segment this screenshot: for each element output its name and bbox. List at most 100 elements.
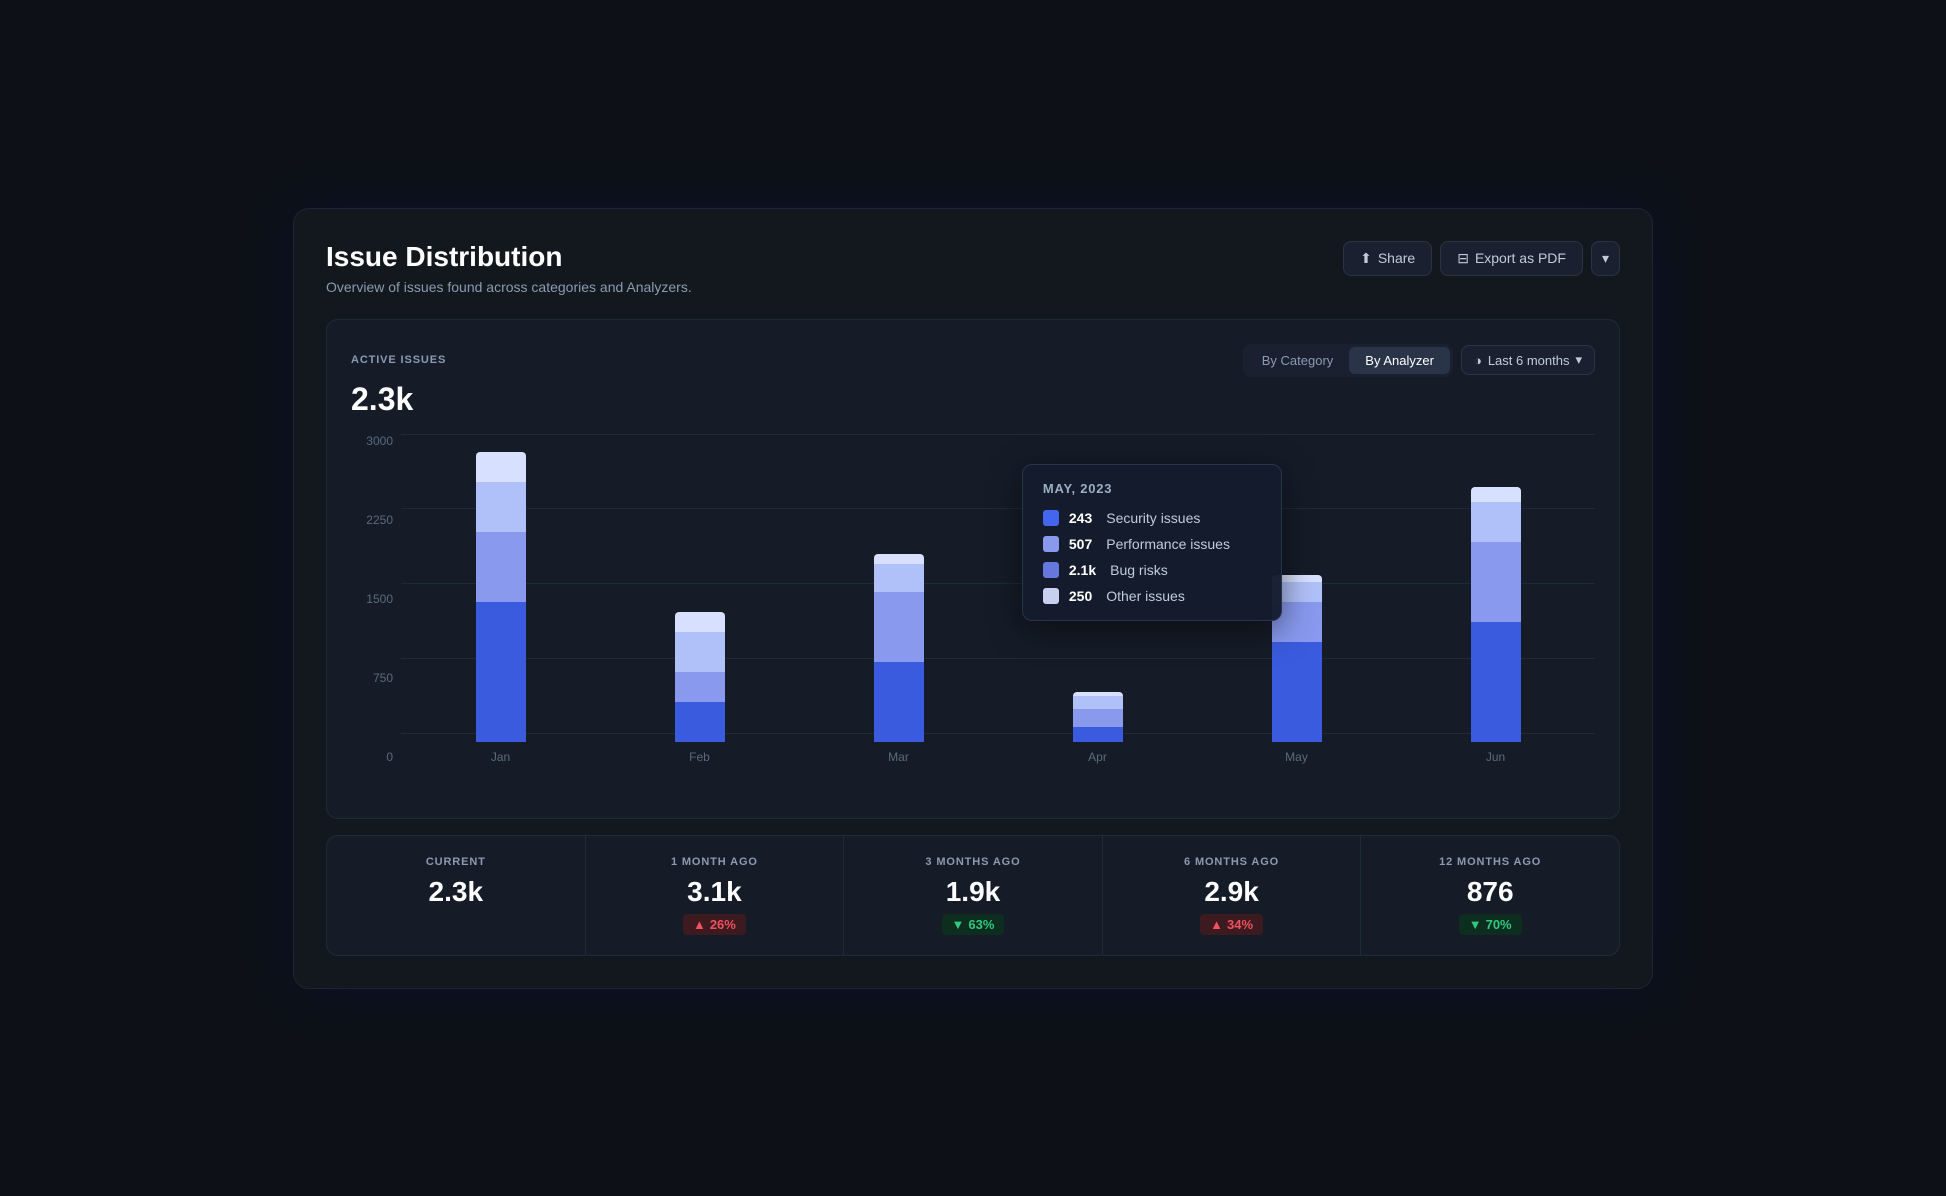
- stat-label: 1 MONTH AGO: [606, 856, 824, 868]
- bar-segment: [476, 452, 526, 482]
- bar-segment: [874, 592, 924, 662]
- bar-group-jan[interactable]: Jan: [471, 452, 531, 764]
- chart-area: 0 750 1500 2250 3000 Jan Feb Mar Apr May Jun: [351, 434, 1595, 794]
- export-button[interactable]: ⊟ Export as PDF: [1440, 241, 1583, 276]
- active-issues-label: ACTIVE ISSUES: [351, 354, 446, 366]
- tooltip-item: 243 Security issues: [1043, 510, 1261, 526]
- arrow-up-icon: ▲: [1210, 917, 1223, 932]
- bar-segment: [476, 602, 526, 742]
- y-label-750: 750: [373, 671, 393, 685]
- x-label-jun: Jun: [1486, 750, 1505, 764]
- y-label-1500: 1500: [366, 592, 393, 606]
- stats-row: CURRENT 2.3k 1 MONTH AGO 3.1k ▲ 26% 3 MONTHS …: [326, 835, 1620, 956]
- tooltip-item-value: 250: [1069, 588, 1092, 604]
- header-actions: ⬆ Share ⊟ Export as PDF ▾: [1343, 241, 1620, 276]
- stat-label: CURRENT: [347, 856, 565, 868]
- tooltip-swatch: [1043, 588, 1059, 604]
- stat-badge: ▲ 26%: [683, 914, 746, 935]
- view-tab-group: By Category By Analyzer: [1243, 344, 1453, 377]
- chevron-down-icon: ▾: [1575, 352, 1582, 368]
- active-issues-value: 2.3k: [351, 381, 1595, 418]
- arrow-down-icon: ▼: [952, 917, 965, 932]
- dashboard: Issue Distribution Overview of issues fo…: [293, 208, 1653, 989]
- bar-group-mar[interactable]: Mar: [869, 554, 929, 764]
- share-icon: ⬆: [1360, 250, 1372, 267]
- bar-segment: [1471, 487, 1521, 502]
- page-header: Issue Distribution Overview of issues fo…: [326, 241, 1620, 295]
- bar-segment: [874, 662, 924, 742]
- bar-segment: [874, 564, 924, 592]
- bar-group-apr[interactable]: Apr: [1068, 692, 1128, 764]
- tooltip-items: 243 Security issues 507 Performance issu…: [1043, 510, 1261, 604]
- bar-segment: [1471, 502, 1521, 542]
- more-options-button[interactable]: ▾: [1591, 241, 1620, 276]
- bar-segment: [675, 672, 725, 702]
- stat-cell-current: CURRENT 2.3k: [327, 836, 586, 955]
- tooltip-swatch: [1043, 562, 1059, 578]
- stat-cell-3-months-ago: 3 MONTHS AGO 1.9k ▼ 63%: [844, 836, 1103, 955]
- tooltip-swatch: [1043, 536, 1059, 552]
- chart-controls: By Category By Analyzer ◑ Last 6 months …: [1243, 344, 1595, 377]
- page-subtitle: Overview of issues found across categori…: [326, 279, 692, 295]
- x-label-may: May: [1285, 750, 1308, 764]
- chevron-down-icon: ▾: [1602, 250, 1609, 267]
- stat-value: 876: [1381, 876, 1599, 908]
- header-left: Issue Distribution Overview of issues fo…: [326, 241, 692, 295]
- tooltip-item-label: Security issues: [1106, 510, 1200, 526]
- tooltip-item-value: 507: [1069, 536, 1092, 552]
- y-label-0: 0: [386, 750, 393, 764]
- bar-segment: [1073, 727, 1123, 742]
- bar-segment: [1073, 709, 1123, 727]
- bar-group-jun[interactable]: Jun: [1466, 487, 1526, 764]
- arrow-down-icon: ▼: [1469, 917, 1482, 932]
- x-label-jan: Jan: [491, 750, 510, 764]
- bar-segment: [874, 554, 924, 564]
- tab-by-category[interactable]: By Category: [1246, 347, 1350, 374]
- chart-card: ACTIVE ISSUES By Category By Analyzer ◑ …: [326, 319, 1620, 819]
- stat-cell-12-months-ago: 12 MONTHS AGO 876 ▼ 70%: [1361, 836, 1619, 955]
- stat-label: 3 MONTHS AGO: [864, 856, 1082, 868]
- bar-segment: [1471, 622, 1521, 742]
- x-label-feb: Feb: [689, 750, 710, 764]
- tooltip-swatch: [1043, 510, 1059, 526]
- stat-value: 1.9k: [864, 876, 1082, 908]
- grid-line-3000: [401, 434, 1595, 435]
- stat-badge: ▼ 70%: [1459, 914, 1522, 935]
- stat-value: 3.1k: [606, 876, 824, 908]
- tooltip-item: 507 Performance issues: [1043, 536, 1261, 552]
- tooltip-item: 250 Other issues: [1043, 588, 1261, 604]
- tab-by-analyzer[interactable]: By Analyzer: [1349, 347, 1450, 374]
- stat-cell-1-month-ago: 1 MONTH AGO 3.1k ▲ 26%: [586, 836, 845, 955]
- stat-cell-6-months-ago: 6 MONTHS AGO2.9k▲ 34%: [1103, 836, 1362, 955]
- bar-segment: [476, 482, 526, 532]
- stat-value: 2.3k: [347, 876, 565, 908]
- bar-segment: [675, 612, 725, 632]
- arrow-up-icon: ▲: [693, 917, 706, 932]
- page-title: Issue Distribution: [326, 241, 692, 273]
- export-icon: ⊟: [1457, 250, 1469, 267]
- tooltip-title: MAY, 2023: [1043, 481, 1261, 496]
- y-axis: 0 750 1500 2250 3000: [351, 434, 401, 764]
- bars-row: Jan Feb Mar Apr May Jun: [401, 464, 1595, 764]
- stat-label: 6 MONTHS AGO: [1123, 856, 1341, 868]
- stat-label: 12 MONTHS AGO: [1381, 856, 1599, 868]
- bar-segment: [476, 532, 526, 602]
- tooltip-item: 2.1k Bug risks: [1043, 562, 1261, 578]
- bars-container: Jan Feb Mar Apr May Jun MAY, 2023 243 Securit…: [401, 434, 1595, 764]
- y-label-3000: 3000: [366, 434, 393, 448]
- bar-segment: [675, 702, 725, 742]
- chart-tooltip: MAY, 2023 243 Security issues 507 Perfor…: [1022, 464, 1282, 621]
- tooltip-item-label: Other issues: [1106, 588, 1185, 604]
- x-label-apr: Apr: [1088, 750, 1107, 764]
- stat-badge: ▼ 63%: [942, 914, 1005, 935]
- bar-segment: [675, 632, 725, 672]
- bar-group-feb[interactable]: Feb: [670, 612, 730, 764]
- share-button[interactable]: ⬆ Share: [1343, 241, 1432, 276]
- x-label-mar: Mar: [888, 750, 909, 764]
- tooltip-item-value: 243: [1069, 510, 1092, 526]
- chart-header: ACTIVE ISSUES By Category By Analyzer ◑ …: [351, 344, 1595, 377]
- clock-icon: ◑: [1474, 353, 1482, 368]
- time-period-selector[interactable]: ◑ Last 6 months ▾: [1461, 345, 1595, 375]
- stat-value: 2.9k: [1123, 876, 1341, 908]
- tooltip-item-value: 2.1k: [1069, 562, 1096, 578]
